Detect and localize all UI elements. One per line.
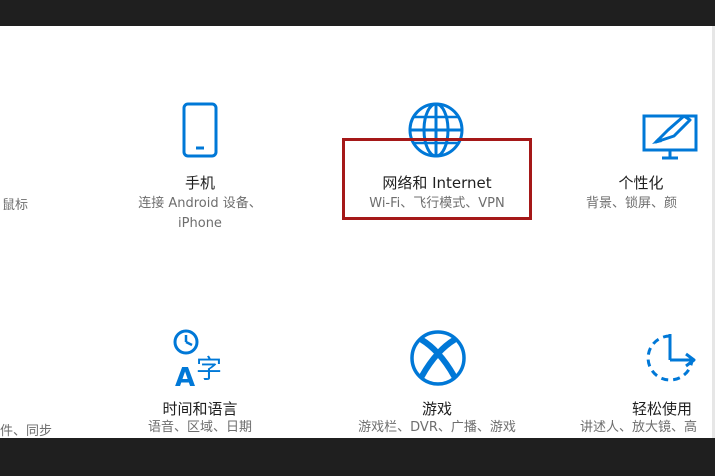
tile-phone-desc-line1: 连接 Android 设备、 bbox=[138, 196, 262, 211]
svg-text:字: 字 bbox=[196, 355, 222, 385]
bottom-dark-bar bbox=[0, 438, 715, 476]
tile-ease-of-access-desc: 讲述人、放大镜、高 bbox=[580, 420, 698, 435]
tile-phone-desc-line2: iPhone bbox=[178, 216, 222, 231]
tile-personalization[interactable]: 个性化 背景、锁屏、颜 bbox=[586, 96, 715, 236]
partial-tile-desc-devices: 鼠标 bbox=[2, 198, 29, 213]
tile-time-language-name: 时间和语言 bbox=[162, 400, 238, 418]
tile-time-language-desc: 语音、区域、日期 bbox=[147, 420, 252, 435]
tile-personalization-desc: 背景、锁屏、颜 bbox=[586, 196, 678, 211]
tile-phone[interactable]: 手机 连接 Android 设备、 iPhone bbox=[118, 96, 282, 236]
ease-of-access-icon bbox=[646, 334, 696, 382]
selection-highlight-box bbox=[342, 138, 532, 220]
tile-gaming[interactable]: 游戏 游戏栏、DVR、广播、游戏 bbox=[330, 322, 544, 438]
phone-icon bbox=[182, 102, 218, 158]
time-language-icon: A 字 bbox=[173, 329, 222, 388]
xbox-icon bbox=[410, 330, 466, 386]
top-dark-bar bbox=[0, 0, 715, 26]
svg-text:A: A bbox=[175, 363, 195, 388]
personalization-icon bbox=[642, 114, 698, 160]
tile-phone-name: 手机 bbox=[184, 174, 215, 192]
tile-gaming-desc: 游戏栏、DVR、广播、游戏 bbox=[358, 420, 516, 435]
tile-ease-of-access[interactable]: 轻松使用 讲述人、放大镜、高 bbox=[580, 322, 715, 438]
tile-time-language[interactable]: A 字 时间和语言 语音、区域、日期 bbox=[118, 322, 282, 438]
tile-ease-of-access-name: 轻松使用 bbox=[632, 400, 693, 418]
tile-gaming-name: 游戏 bbox=[421, 400, 452, 418]
tile-personalization-name: 个性化 bbox=[618, 174, 664, 192]
partial-tile-desc-accounts: 件、同步 bbox=[0, 424, 53, 439]
